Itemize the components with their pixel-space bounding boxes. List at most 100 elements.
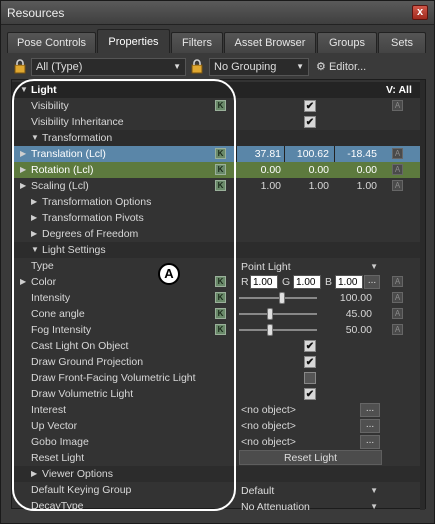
tab-filters[interactable]: Filters xyxy=(171,32,223,53)
prop-row-translation[interactable]: ▶ Translation (Lcl) K 37.81 100.62 -18.4… xyxy=(12,146,425,162)
scaling-z[interactable]: 1.00 xyxy=(337,178,377,194)
expand-arrow-icon[interactable]: ▶ xyxy=(31,194,37,210)
animate-button[interactable]: A xyxy=(392,164,403,175)
rotation-y[interactable]: 0.00 xyxy=(289,162,329,178)
editor-button[interactable]: ⚙ Editor... xyxy=(311,58,424,76)
intensity-value[interactable]: 100.00 xyxy=(332,290,372,306)
color-b-label: B xyxy=(325,276,333,288)
expand-arrow-icon[interactable]: ▶ xyxy=(31,466,37,482)
expand-arrow-icon[interactable]: ▶ xyxy=(20,178,26,194)
visibility-checkbox[interactable]: ✔ xyxy=(304,100,316,112)
intensity-slider[interactable] xyxy=(239,292,317,304)
prop-row-cast-light: Cast Light On Object ✔ xyxy=(12,338,425,354)
up-vector-picker-button[interactable]: ... xyxy=(360,419,380,433)
ground-projection-checkbox[interactable]: ✔ xyxy=(304,356,316,368)
group-label: Light Settings xyxy=(42,244,106,256)
color-picker-button[interactable]: ... xyxy=(364,275,380,289)
light-type-dropdown[interactable]: Point Light ▼ xyxy=(239,259,382,273)
close-button[interactable]: x xyxy=(412,5,428,20)
animate-button[interactable]: A xyxy=(392,308,403,319)
keyframe-button[interactable]: K xyxy=(215,324,226,335)
cast-light-checkbox[interactable]: ✔ xyxy=(304,340,316,352)
lock-icon[interactable] xyxy=(190,59,204,74)
translation-z[interactable]: -18.45 xyxy=(337,146,377,162)
fog-intensity-slider[interactable] xyxy=(239,324,317,336)
properties-panel: ▼ Light V: All Visibility K ✔ A Visibili… xyxy=(11,79,426,513)
keyframe-button[interactable]: K xyxy=(215,100,226,111)
expand-arrow-icon[interactable]: ▶ xyxy=(31,226,37,242)
cone-angle-slider[interactable] xyxy=(239,308,317,320)
volumetric-checkbox[interactable]: ✔ xyxy=(304,388,316,400)
tab-sets[interactable]: Sets xyxy=(378,32,426,53)
keying-group-dropdown[interactable]: Default ▼ xyxy=(239,483,382,497)
cone-angle-value[interactable]: 45.00 xyxy=(332,306,372,322)
group-row-transform-pivots[interactable]: ▶ Transformation Pivots xyxy=(12,210,425,226)
prop-label: Fog Intensity xyxy=(31,324,92,336)
prop-row-scaling[interactable]: ▶ Scaling (Lcl) K 1.00 1.00 1.00 A xyxy=(12,178,425,194)
animate-button[interactable]: A xyxy=(392,100,403,111)
slider-thumb[interactable] xyxy=(267,308,274,320)
keyframe-button[interactable]: K xyxy=(215,180,226,191)
animate-button[interactable]: A xyxy=(392,148,403,159)
tab-bar: Pose Controls Properties Filters Asset B… xyxy=(5,29,432,53)
animate-button[interactable]: A xyxy=(392,276,403,287)
group-row-light-settings[interactable]: ▼ Light Settings xyxy=(12,242,425,258)
gobo-value[interactable]: <no object> xyxy=(241,434,296,450)
group-row-transformation[interactable]: ▼ Transformation xyxy=(12,130,425,146)
type-filter-dropdown[interactable]: All (Type) ▼ xyxy=(31,58,186,76)
animate-button[interactable]: A xyxy=(392,324,403,335)
tab-pose-controls[interactable]: Pose Controls xyxy=(7,32,96,53)
group-row-transform-options[interactable]: ▶ Transformation Options xyxy=(12,194,425,210)
interest-picker-button[interactable]: ... xyxy=(360,403,380,417)
expand-arrow-icon[interactable]: ▼ xyxy=(31,130,39,146)
expand-arrow-icon[interactable]: ▶ xyxy=(20,274,26,290)
expand-arrow-icon[interactable]: ▶ xyxy=(31,210,37,226)
translation-y[interactable]: 100.62 xyxy=(289,146,329,162)
tab-asset-browser[interactable]: Asset Browser xyxy=(224,32,316,53)
expand-arrow-icon[interactable]: ▼ xyxy=(20,82,28,98)
color-g-field[interactable]: 1.00 xyxy=(293,275,321,289)
front-volumetric-checkbox[interactable] xyxy=(304,372,316,384)
tab-groups[interactable]: Groups xyxy=(317,32,377,53)
animate-button[interactable]: A xyxy=(392,180,403,191)
prop-row-rotation[interactable]: ▶ Rotation (Lcl) K 0.00 0.00 0.00 A xyxy=(12,162,425,178)
prop-label: Scaling (Lcl) xyxy=(31,180,89,192)
light-type-value: Point Light xyxy=(241,261,291,273)
scaling-y[interactable]: 1.00 xyxy=(289,178,329,194)
lock-icon[interactable] xyxy=(13,59,27,74)
color-r-field[interactable]: 1.00 xyxy=(250,275,278,289)
expand-arrow-icon[interactable]: ▶ xyxy=(20,162,26,178)
visibility-filter[interactable]: V: All xyxy=(386,82,412,98)
color-b-field[interactable]: 1.00 xyxy=(335,275,363,289)
prop-row-interest: Interest <no object> ... xyxy=(12,402,425,418)
rotation-x[interactable]: 0.00 xyxy=(241,162,281,178)
group-row-dof[interactable]: ▶ Degrees of Freedom xyxy=(12,226,425,242)
light-header-row[interactable]: ▼ Light V: All xyxy=(12,82,425,98)
vertical-scrollbar[interactable] xyxy=(420,80,425,510)
expand-arrow-icon[interactable]: ▼ xyxy=(31,242,39,258)
slider-thumb[interactable] xyxy=(278,292,285,304)
keyframe-button[interactable]: K xyxy=(215,308,226,319)
up-vector-value[interactable]: <no object> xyxy=(241,418,296,434)
scaling-x[interactable]: 1.00 xyxy=(241,178,281,194)
gobo-picker-button[interactable]: ... xyxy=(360,435,380,449)
expand-arrow-icon[interactable]: ▶ xyxy=(20,146,26,162)
animate-button[interactable]: A xyxy=(392,292,403,303)
interest-value[interactable]: <no object> xyxy=(241,402,296,418)
group-row-viewer-options[interactable]: ▶ Viewer Options xyxy=(12,466,425,482)
keyframe-button[interactable]: K xyxy=(215,148,226,159)
prop-label: Color xyxy=(31,276,57,288)
translation-x[interactable]: 37.81 xyxy=(241,146,281,162)
rotation-z[interactable]: 0.00 xyxy=(337,162,377,178)
decay-type-dropdown[interactable]: No Attenuation ▼ xyxy=(239,499,382,513)
fog-intensity-value[interactable]: 50.00 xyxy=(332,322,372,338)
tab-properties[interactable]: Properties xyxy=(97,29,170,53)
keyframe-button[interactable]: K xyxy=(215,292,226,303)
vis-inherit-checkbox[interactable]: ✔ xyxy=(304,116,316,128)
title-bar[interactable]: Resources x xyxy=(1,1,434,25)
grouping-dropdown[interactable]: No Grouping ▼ xyxy=(209,58,309,76)
slider-thumb[interactable] xyxy=(267,324,274,336)
keyframe-button[interactable]: K xyxy=(215,276,226,287)
reset-light-button[interactable]: Reset Light xyxy=(239,450,382,465)
keyframe-button[interactable]: K xyxy=(215,164,226,175)
